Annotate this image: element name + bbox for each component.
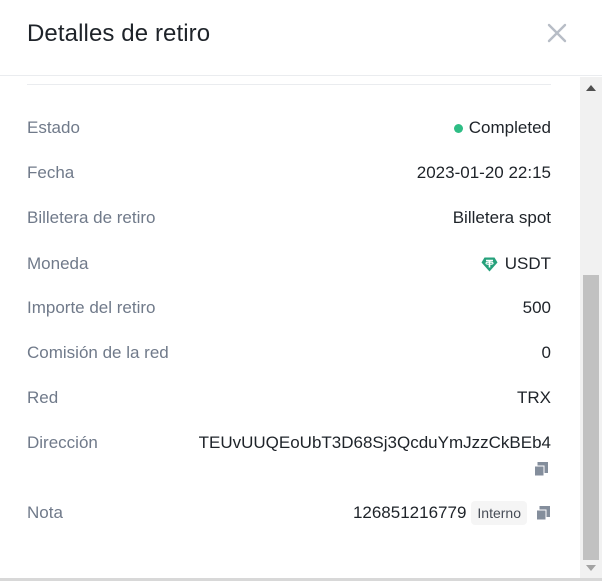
detail-row-date: Fecha 2023-01-20 22:15 (27, 161, 551, 185)
status-value: Completed (453, 116, 551, 140)
fee-value: 0 (541, 343, 551, 362)
detail-row-address: Dirección TEUvUUQEoUbT3D68Sj3QcduYmJzzCk… (27, 431, 551, 483)
detail-row-wallet: Billetera de retiro Billetera spot (27, 206, 551, 230)
wallet-label: Billetera de retiro (27, 208, 156, 227)
network-label: Red (27, 388, 59, 407)
date-label: Fecha (27, 163, 75, 182)
details-scroll-area: Estado Completed Fecha 2023-01-20 22:15 … (0, 77, 580, 578)
vertical-scrollbar[interactable] (580, 77, 602, 578)
note-label: Nota (27, 503, 63, 522)
note-value: 126851216779 Interno (353, 501, 551, 525)
fee-label: Comisión de la red (27, 343, 169, 362)
status-dot-icon (453, 123, 463, 133)
status-label: Estado (27, 118, 80, 137)
withdrawal-details-modal: Detalles de retiro Estado Completed Fech… (0, 0, 602, 581)
scroll-up-arrow-icon[interactable] (586, 85, 596, 91)
status-text: Completed (468, 118, 551, 137)
detail-row-network: Red TRX (27, 386, 551, 410)
scrollbar-thumb[interactable] (583, 275, 599, 560)
internal-badge: Interno (471, 501, 527, 525)
address-label: Dirección (27, 433, 98, 452)
coin-text: USDT (504, 254, 551, 273)
detail-row-amount: Importe del retiro 500 (27, 296, 551, 320)
close-icon[interactable] (545, 21, 569, 45)
coin-value: USDT (481, 252, 551, 276)
coin-label: Moneda (27, 254, 89, 273)
note-text: 126851216779 (352, 503, 467, 522)
copy-icon[interactable] (535, 505, 551, 521)
scroll-down-arrow-icon[interactable] (586, 565, 596, 571)
modal-header: Detalles de retiro (0, 0, 602, 76)
usdt-icon (481, 257, 498, 272)
address-value[interactable]: TEUvUUQEoUbT3D68Sj3QcduYmJzzCkBEb4 (199, 431, 551, 455)
divider (27, 84, 551, 85)
modal-title: Detalles de retiro (27, 20, 211, 47)
wallet-value: Billetera spot (452, 208, 551, 227)
detail-row-note: Nota 126851216779 Interno (27, 501, 551, 529)
detail-row-status: Estado Completed (27, 116, 551, 140)
network-value: TRX (517, 388, 551, 407)
detail-row-fee: Comisión de la red 0 (27, 341, 551, 365)
date-value: 2023-01-20 22:15 (416, 163, 551, 182)
amount-label: Importe del retiro (27, 298, 156, 317)
copy-icon[interactable] (533, 461, 549, 477)
amount-value: 500 (522, 298, 551, 317)
detail-row-coin: Moneda USDT (27, 252, 551, 276)
